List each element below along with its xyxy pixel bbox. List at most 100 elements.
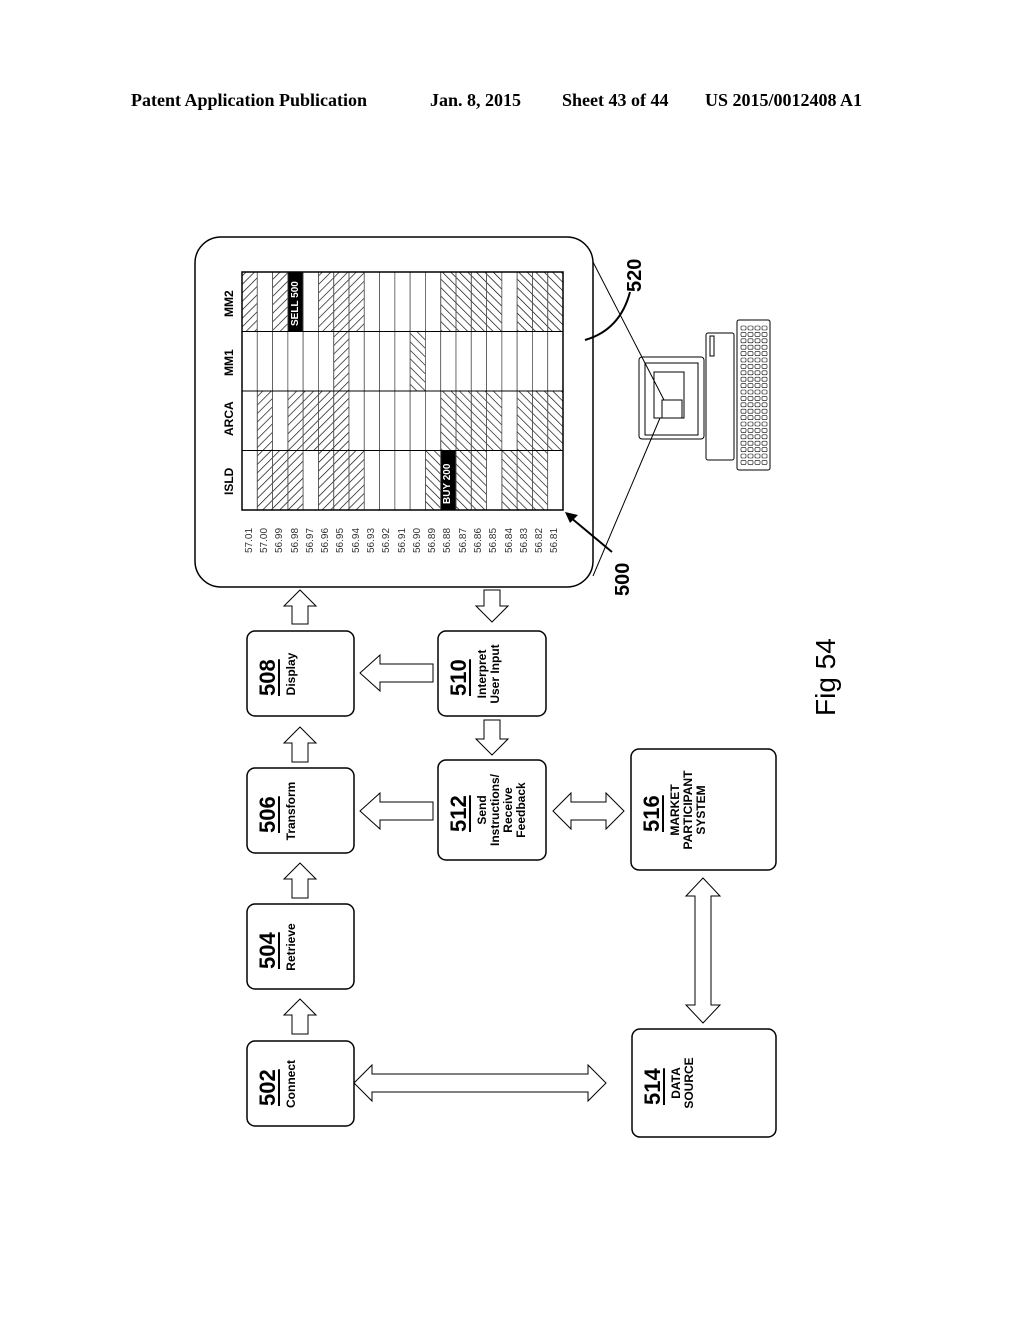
price-label: 56.83 (518, 527, 530, 553)
ladder-cell[interactable] (501, 331, 518, 392)
arrow-connect-datasource-bidirectional (353, 1063, 607, 1103)
ladder-cell[interactable] (547, 450, 564, 511)
ladder-cell[interactable] (333, 390, 350, 451)
ladder-cell[interactable] (348, 271, 365, 332)
ladder-cell[interactable] (318, 271, 335, 332)
ladder-cell[interactable] (272, 271, 289, 332)
ladder-cell[interactable] (348, 390, 365, 451)
ladder-cell[interactable] (516, 390, 533, 451)
ladder-cell[interactable] (256, 390, 273, 451)
ladder-cell[interactable] (394, 450, 411, 511)
ladder-cell[interactable] (287, 450, 304, 511)
ladder-cell[interactable] (379, 450, 396, 511)
ladder-cell[interactable] (363, 271, 380, 332)
ladder-cell[interactable] (394, 390, 411, 451)
ladder-cell[interactable] (455, 390, 472, 451)
ladder-cell[interactable] (440, 331, 457, 392)
ladder-cell[interactable] (318, 390, 335, 451)
ladder-cell[interactable] (470, 450, 487, 511)
ladder-cell[interactable] (318, 450, 335, 511)
price-label: 57.00 (258, 527, 270, 553)
ladder-cell[interactable] (256, 331, 273, 392)
ladder-cell[interactable] (532, 390, 549, 451)
ladder-cell[interactable] (470, 271, 487, 332)
ladder-cell[interactable] (532, 271, 549, 332)
ladder-cell[interactable] (363, 390, 380, 451)
ladder-cell[interactable] (409, 331, 426, 392)
ladder-cell[interactable] (256, 450, 273, 511)
ladder-cell[interactable] (455, 331, 472, 392)
ladder-cell[interactable] (333, 271, 350, 332)
ladder-cell[interactable] (272, 390, 289, 451)
ladder-cell[interactable] (516, 271, 533, 332)
key-icon (740, 344, 747, 350)
ladder-cell[interactable] (547, 271, 564, 332)
ladder-cell[interactable] (516, 450, 533, 511)
ladder-cell[interactable] (379, 331, 396, 392)
ladder-cell[interactable] (440, 271, 457, 332)
ladder-cell[interactable] (409, 271, 426, 332)
key-icon (740, 338, 747, 344)
ladder-cell[interactable] (272, 331, 289, 392)
ladder-cell[interactable] (501, 271, 518, 332)
ladder-cell[interactable] (241, 331, 258, 392)
ladder-cell[interactable] (256, 271, 273, 332)
ladder-cell[interactable] (241, 450, 258, 511)
ladder-cell[interactable] (532, 331, 549, 392)
key-icon (747, 447, 754, 452)
ladder-cell[interactable] (302, 331, 319, 392)
ladder-cell[interactable] (532, 450, 549, 511)
ladder-cell[interactable] (363, 450, 380, 511)
ladder-cell[interactable] (287, 331, 304, 392)
ladder-cell[interactable] (348, 331, 365, 392)
ladder-cell[interactable] (501, 450, 518, 511)
ladder-cell[interactable] (287, 390, 304, 451)
ladder-cell[interactable] (302, 390, 319, 451)
ladder-cell[interactable] (501, 390, 518, 451)
key-icon (754, 408, 761, 414)
box-label-line: SOURCE (682, 1057, 696, 1109)
key-icon (740, 428, 747, 433)
ladder-cell[interactable] (409, 390, 426, 451)
ladder-cell[interactable] (486, 331, 503, 392)
flow-diagram (194, 236, 777, 1138)
ladder-cell[interactable] (486, 390, 503, 451)
ladder-cell[interactable] (425, 331, 442, 392)
ladder-cell[interactable] (272, 450, 289, 511)
ladder-cell[interactable] (425, 450, 442, 511)
ladder-cell[interactable] (440, 390, 457, 451)
key-icon (754, 364, 761, 369)
key-icon (747, 428, 754, 433)
ladder-cell[interactable] (241, 271, 258, 332)
ladder-cell[interactable] (394, 271, 411, 332)
ladder-cell[interactable] (486, 450, 503, 511)
ladder-cell[interactable] (547, 331, 564, 392)
ladder-cell[interactable] (470, 331, 487, 392)
ladder-cell[interactable] (333, 331, 350, 392)
ladder-cell[interactable] (302, 450, 319, 511)
key-icon (740, 460, 747, 465)
ladder-cell[interactable] (379, 271, 396, 332)
ladder-cell[interactable] (516, 331, 533, 392)
price-label: 56.97 (304, 527, 316, 553)
ladder-cell[interactable] (318, 331, 335, 392)
price-label: 56.82 (534, 527, 546, 553)
ladder-cell[interactable] (425, 390, 442, 451)
ladder-cell[interactable] (547, 390, 564, 451)
ladder-cell[interactable] (455, 450, 472, 511)
price-label: 56.91 (396, 527, 408, 553)
ladder-cell[interactable] (394, 331, 411, 392)
ladder-cell[interactable] (425, 271, 442, 332)
ladder-cell[interactable] (241, 390, 258, 451)
ladder-cell[interactable] (470, 390, 487, 451)
ladder-cell[interactable] (348, 450, 365, 511)
ladder-cell[interactable] (363, 331, 380, 392)
ladder-cell[interactable] (486, 271, 503, 332)
ladder-cell[interactable] (379, 390, 396, 451)
ladder-cell[interactable] (455, 271, 472, 332)
ladder-cell[interactable] (333, 450, 350, 511)
box-number-508: 508 (255, 658, 280, 696)
key-icon (740, 453, 747, 459)
ladder-cell[interactable] (302, 271, 319, 332)
ladder-cell[interactable] (409, 450, 426, 511)
